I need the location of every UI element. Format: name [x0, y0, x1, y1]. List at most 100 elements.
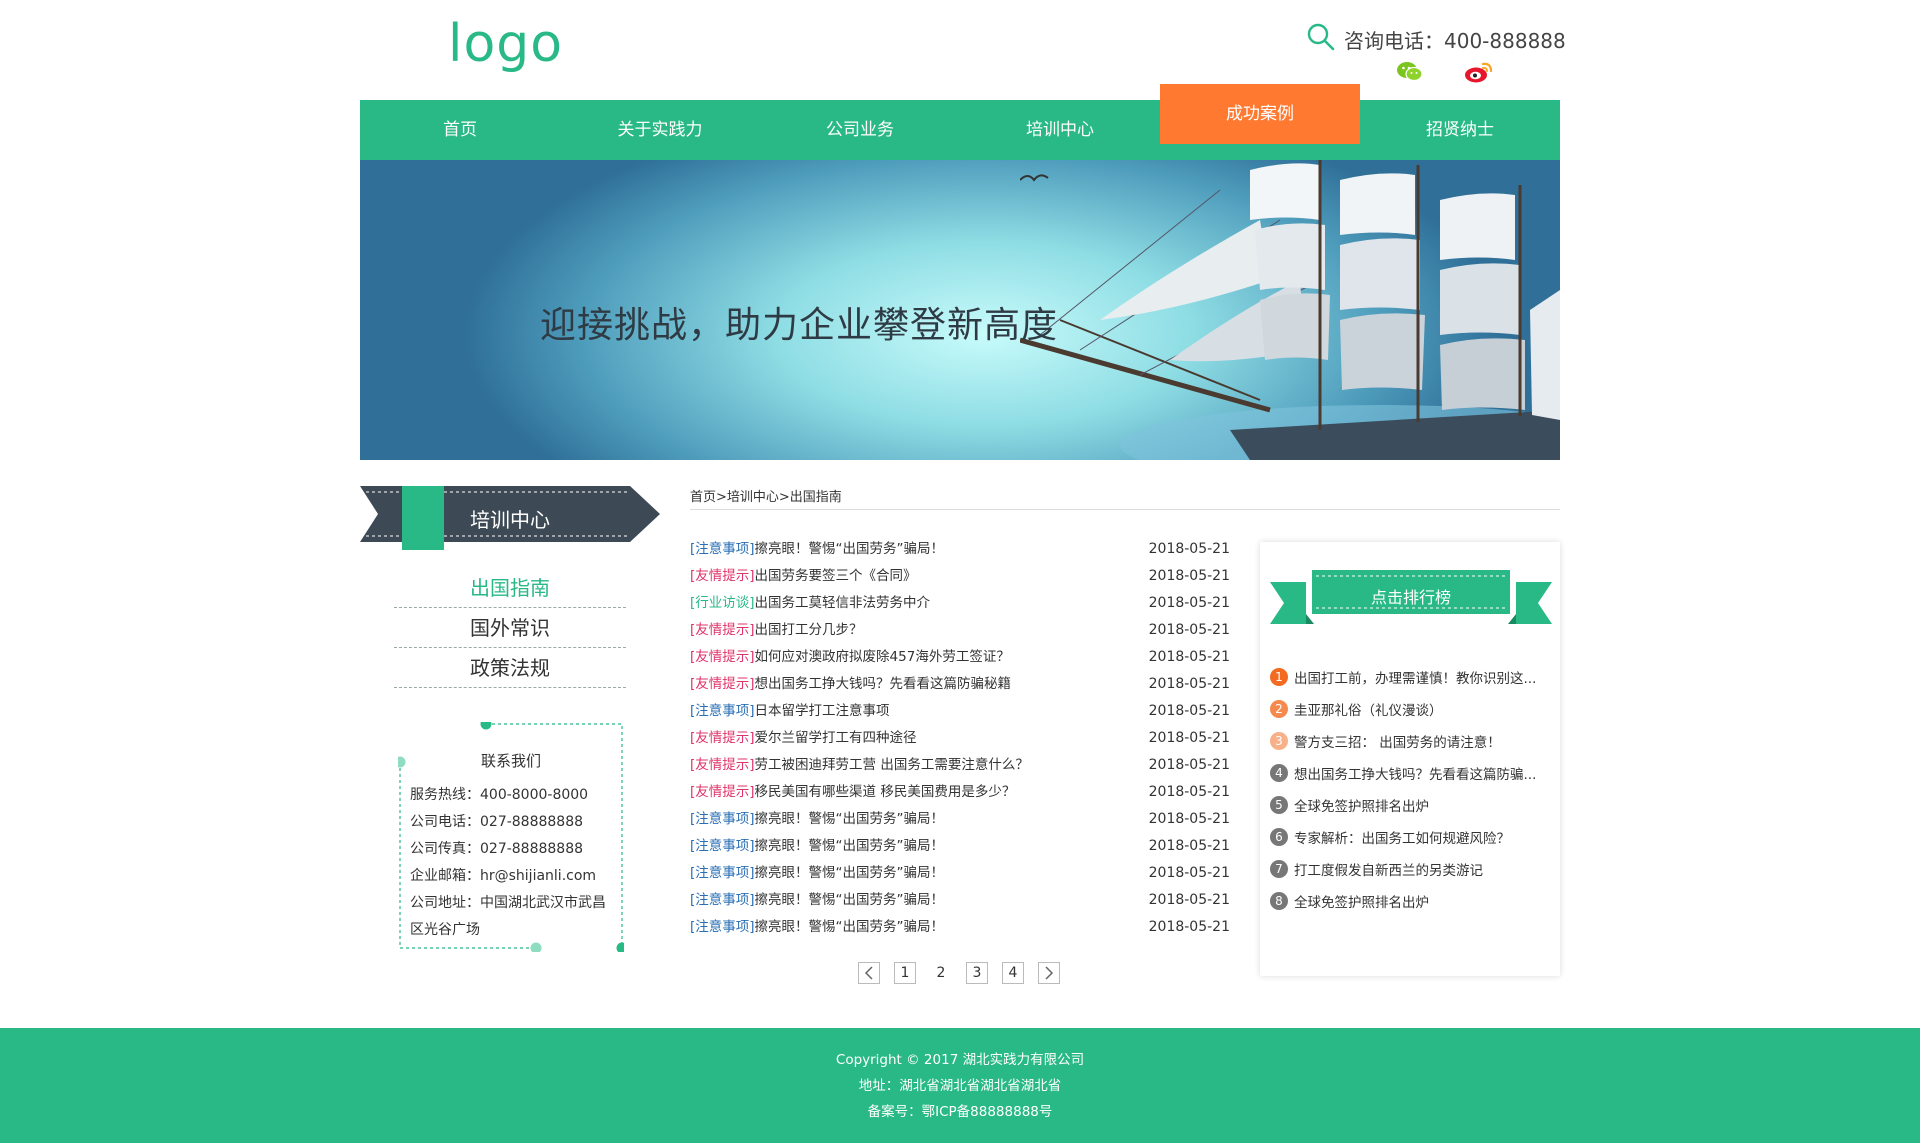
ranking-item[interactable]: 7 打工度假发自新西兰的另类游记: [1270, 858, 1554, 880]
article-tag[interactable]: [注意事项]: [690, 865, 755, 881]
search-icon[interactable]: [1306, 22, 1336, 56]
article-title[interactable]: 出国打工分几步？: [755, 622, 863, 638]
ranking-item[interactable]: 6 专家解析：出国务工如何规避风险？: [1270, 826, 1554, 848]
list-item[interactable]: [注意事项]日本留学打工注意事项 2018-05-21: [690, 698, 1230, 725]
ranking-item-title[interactable]: 全球免签护照排名出炉: [1294, 891, 1429, 911]
article-tag[interactable]: [注意事项]: [690, 919, 755, 935]
article-title[interactable]: 擦亮眼！警惕“出国劳务”骗局！: [755, 541, 945, 557]
list-item[interactable]: [行业访谈]出国务工莫轻信非法劳务中介 2018-05-21: [690, 590, 1230, 617]
article-tag[interactable]: [注意事项]: [690, 541, 755, 557]
article-date: 2018-05-21: [1148, 730, 1230, 746]
article-title[interactable]: 移民美国有哪些渠道 移民美国费用是多少？: [755, 784, 1016, 800]
sidebar-item-knowledge[interactable]: 国外常识: [394, 608, 626, 648]
ranking-item[interactable]: 3 警方支三招： 出国劳务的请注意！: [1270, 730, 1554, 752]
article-title[interactable]: 擦亮眼！警惕“出国劳务”骗局！: [755, 838, 945, 854]
article-date: 2018-05-21: [1148, 676, 1230, 692]
article-date: 2018-05-21: [1148, 865, 1230, 881]
article-title[interactable]: 日本留学打工注意事项: [755, 703, 890, 719]
article-title[interactable]: 擦亮眼！警惕“出国劳务”骗局！: [755, 892, 945, 908]
article-tag[interactable]: [注意事项]: [690, 811, 755, 827]
prev-page-button[interactable]: [858, 962, 880, 984]
article-date: 2018-05-21: [1148, 811, 1230, 827]
ranking-item-title[interactable]: 打工度假发自新西兰的另类游记: [1294, 859, 1483, 879]
article-title[interactable]: 爱尔兰留学打工有四种途径: [755, 730, 917, 746]
article-date: 2018-05-21: [1148, 649, 1230, 665]
article-tag[interactable]: [友情提示]: [690, 757, 755, 773]
article-title[interactable]: 如何应对澳政府拟废除457海外劳工签证？: [755, 649, 1010, 665]
contact-email: 企业邮箱：hr@shijianli.com: [410, 868, 597, 884]
article-title[interactable]: 擦亮眼！警惕“出国劳务”骗局！: [755, 919, 945, 935]
nav-item-business[interactable]: 公司业务: [760, 100, 960, 160]
list-item[interactable]: [友情提示]移民美国有哪些渠道 移民美国费用是多少？ 2018-05-21: [690, 779, 1230, 806]
page-2-button[interactable]: 2: [930, 962, 952, 984]
footer-icp: 备案号：鄂ICP备88888888号: [867, 1104, 1053, 1120]
list-item[interactable]: [注意事项]擦亮眼！警惕“出国劳务”骗局！ 2018-05-21: [690, 860, 1230, 887]
wechat-icon[interactable]: [1396, 60, 1424, 86]
list-item[interactable]: [注意事项]擦亮眼！警惕“出国劳务”骗局！ 2018-05-21: [690, 914, 1230, 941]
logo[interactable]: logo: [448, 14, 563, 74]
article-tag[interactable]: [友情提示]: [690, 784, 755, 800]
article-date: 2018-05-21: [1148, 541, 1230, 557]
rank-number-badge: 5: [1270, 796, 1288, 814]
article-tag[interactable]: [注意事项]: [690, 703, 755, 719]
ranking-header: 点击排行榜: [1270, 570, 1552, 630]
ranking-item[interactable]: 5 全球免签护照排名出炉: [1270, 794, 1554, 816]
list-item[interactable]: [友情提示]出国打工分几步？ 2018-05-21: [690, 617, 1230, 644]
weibo-icon[interactable]: [1464, 60, 1494, 86]
page-3-button[interactable]: 3: [966, 962, 988, 984]
article-tag[interactable]: [注意事项]: [690, 892, 755, 908]
nav-item-home[interactable]: 首页: [360, 100, 560, 160]
article-title[interactable]: 劳工被困迪拜劳工营 出国务工需要注意什么？: [755, 757, 1029, 773]
list-item[interactable]: [友情提示]爱尔兰留学打工有四种途径 2018-05-21: [690, 725, 1230, 752]
ranking-item[interactable]: 1 出国打工前，办理需谨慎！教你识别这...: [1270, 666, 1554, 688]
ranking-item-title[interactable]: 警方支三招： 出国劳务的请注意！: [1294, 731, 1501, 751]
article-title[interactable]: 想出国务工挣大钱吗？先看看这篇防骗秘籍: [755, 676, 1012, 692]
ranking-item[interactable]: 8 全球免签护照排名出炉: [1270, 890, 1554, 912]
phone-label: 咨询电话：400-888888: [1344, 28, 1566, 53]
article-tag[interactable]: [行业访谈]: [690, 595, 755, 611]
article-tag[interactable]: [友情提示]: [690, 568, 755, 584]
article-date: 2018-05-21: [1148, 892, 1230, 908]
ranking-item-title[interactable]: 全球免签护照排名出炉: [1294, 795, 1429, 815]
contact-title: 联系我们: [480, 752, 541, 770]
page-1-button[interactable]: 1: [894, 962, 916, 984]
article-title[interactable]: 出国务工莫轻信非法劳务中介: [755, 595, 931, 611]
article-tag[interactable]: [友情提示]: [690, 676, 755, 692]
ranking-item-title[interactable]: 圭亚那礼俗（礼仪漫谈）: [1294, 699, 1443, 719]
contact-address: 公司地址：中国湖北武汉市武昌: [410, 895, 606, 911]
ranking-item[interactable]: 2 圭亚那礼俗（礼仪漫谈）: [1270, 698, 1554, 720]
page-4-button[interactable]: 4: [1002, 962, 1024, 984]
chevron-left-icon: [864, 966, 873, 980]
list-item[interactable]: [友情提示]如何应对澳政府拟废除457海外劳工签证？ 2018-05-21: [690, 644, 1230, 671]
ranking-item-title[interactable]: 出国打工前，办理需谨慎！教你识别这...: [1294, 667, 1536, 687]
nav-item-about[interactable]: 关于实践力: [560, 100, 760, 160]
breadcrumb[interactable]: 首页>培训中心>出国指南: [690, 486, 1560, 510]
ranking-item-title[interactable]: 想出国务工挣大钱吗？先看看这篇防骗...: [1294, 763, 1536, 783]
rank-number-badge: 7: [1270, 860, 1288, 878]
list-item[interactable]: [注意事项]擦亮眼！警惕“出国劳务”骗局！ 2018-05-21: [690, 536, 1230, 563]
list-item[interactable]: [友情提示]想出国务工挣大钱吗？先看看这篇防骗秘籍 2018-05-21: [690, 671, 1230, 698]
list-item[interactable]: [友情提示]劳工被困迪拜劳工营 出国务工需要注意什么？ 2018-05-21: [690, 752, 1230, 779]
nav-item-training[interactable]: 培训中心: [960, 100, 1160, 160]
footer-copyright: Copyright © 2017 湖北实践力有限公司: [835, 1052, 1085, 1068]
contact-box: 联系我们 服务热线：400-8000-8000 公司电话：027-8888888…: [398, 722, 624, 952]
list-item[interactable]: [注意事项]擦亮眼！警惕“出国劳务”骗局！ 2018-05-21: [690, 833, 1230, 860]
next-page-button[interactable]: [1038, 962, 1060, 984]
list-item[interactable]: [注意事项]擦亮眼！警惕“出国劳务”骗局！ 2018-05-21: [690, 887, 1230, 914]
ranking-item-title[interactable]: 专家解析：出国务工如何规避风险？: [1294, 827, 1510, 847]
main-nav: 首页 关于实践力 公司业务 培训中心 成功案例 招贤纳士: [360, 84, 1560, 160]
article-title[interactable]: 擦亮眼！警惕“出国劳务”骗局！: [755, 865, 945, 881]
sidebar-item-guide[interactable]: 出国指南: [394, 568, 626, 608]
article-tag[interactable]: [友情提示]: [690, 730, 755, 746]
article-tag[interactable]: [注意事项]: [690, 838, 755, 854]
nav-item-recruit[interactable]: 招贤纳士: [1360, 100, 1560, 160]
sidebar-item-policy[interactable]: 政策法规: [394, 648, 626, 688]
nav-item-cases[interactable]: 成功案例: [1160, 84, 1360, 144]
list-item[interactable]: [注意事项]擦亮眼！警惕“出国劳务”骗局！ 2018-05-21: [690, 806, 1230, 833]
article-tag[interactable]: [友情提示]: [690, 649, 755, 665]
ranking-item[interactable]: 4 想出国务工挣大钱吗？先看看这篇防骗...: [1270, 762, 1554, 784]
article-title[interactable]: 擦亮眼！警惕“出国劳务”骗局！: [755, 811, 945, 827]
article-tag[interactable]: [友情提示]: [690, 622, 755, 638]
article-title[interactable]: 出国劳务要签三个《合同》: [755, 568, 917, 584]
list-item[interactable]: [友情提示]出国劳务要签三个《合同》 2018-05-21: [690, 563, 1230, 590]
